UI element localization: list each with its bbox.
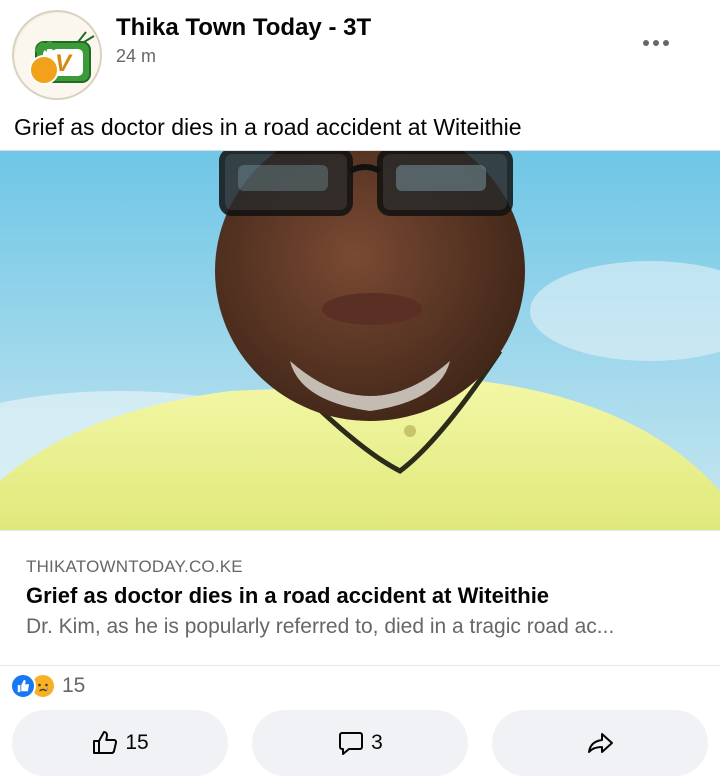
post-caption: Grief as doctor dies in a road accident … — [14, 114, 522, 140]
share-button[interactable] — [492, 710, 708, 776]
comment-button[interactable]: 3 — [252, 710, 468, 776]
like-icon — [10, 673, 36, 699]
more-options-button[interactable] — [634, 28, 678, 58]
like-button[interactable]: 15 — [12, 710, 228, 776]
reaction-count: 15 — [62, 674, 86, 697]
comment-icon — [339, 732, 364, 755]
page-avatar[interactable]: V — [12, 10, 102, 100]
link-description: Dr. Kim, as he is popularly referred to,… — [26, 615, 615, 638]
link-preview-card[interactable]: THIKATOWNTODAY.CO.KE Grief as doctor die… — [0, 530, 720, 666]
post-timestamp[interactable]: 24 m — [116, 46, 156, 67]
reactions-summary[interactable]: 15 — [10, 672, 85, 700]
more-dot — [653, 40, 659, 46]
3t-logo-icon: V — [15, 13, 100, 98]
post-header: V Thika Town Today - 3T 24 m — [0, 0, 720, 108]
link-title: Grief as doctor dies in a road accident … — [26, 583, 550, 608]
man-portrait-image — [0, 151, 720, 530]
action-bar: 15 3 — [0, 708, 720, 778]
more-dots-icon — [643, 40, 649, 46]
thumbs-up-icon — [93, 731, 118, 754]
share-icon — [588, 733, 613, 753]
comment-count: 3 — [371, 731, 383, 754]
link-preview-image[interactable] — [0, 150, 720, 530]
link-domain: THIKATOWNTODAY.CO.KE — [26, 557, 243, 576]
like-count: 15 — [125, 731, 149, 754]
page-name-link[interactable]: Thika Town Today - 3T — [116, 14, 371, 42]
more-dot — [663, 40, 669, 46]
